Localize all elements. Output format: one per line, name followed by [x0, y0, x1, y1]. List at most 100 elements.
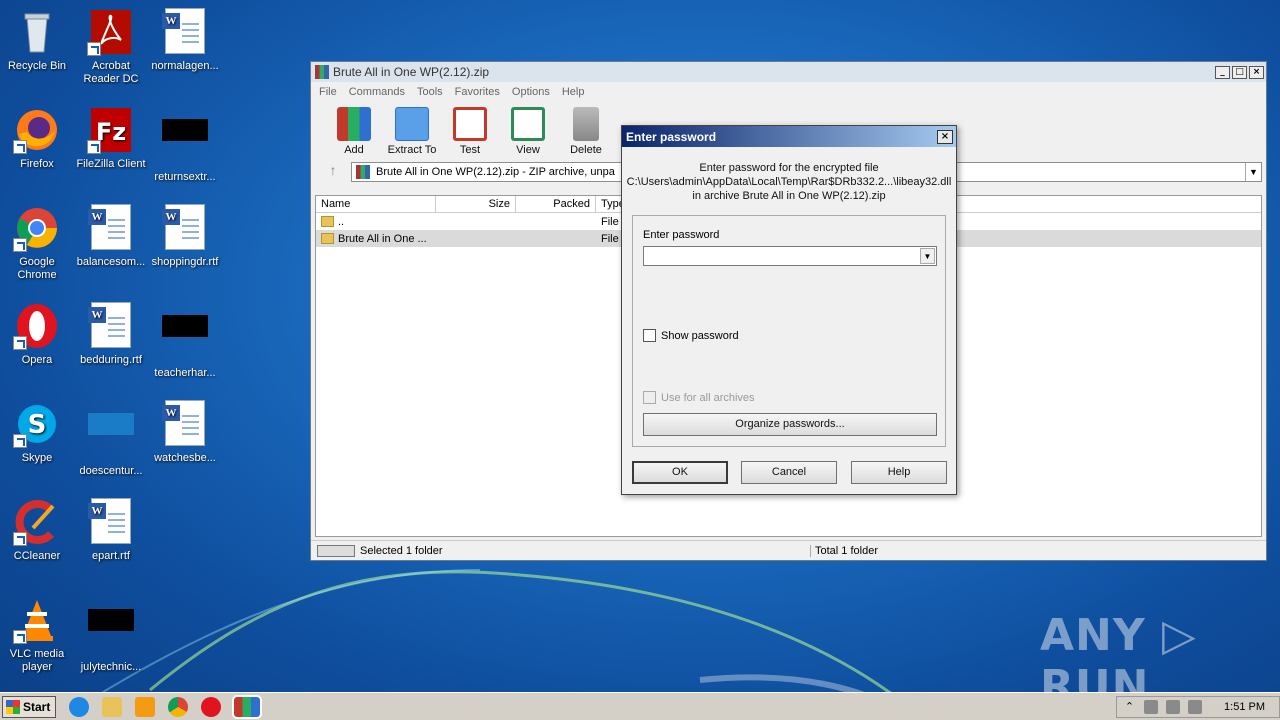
view-button[interactable]: View	[499, 107, 557, 156]
ccleaner-icon	[13, 498, 61, 546]
file-thumbnail-icon	[161, 119, 209, 167]
checkbox-icon	[643, 329, 656, 342]
desktop-icon-bedduring[interactable]: W bedduring.rtf	[74, 302, 148, 367]
test-button[interactable]: Test	[441, 107, 499, 156]
tray-expand-icon[interactable]: ⌃	[1125, 700, 1134, 713]
system-tray: ⌃ 1:51 PM	[1115, 695, 1280, 718]
chevron-down-icon[interactable]: ▼	[1245, 163, 1261, 181]
dialog-close-button[interactable]: ×	[937, 129, 953, 144]
word-document-icon: W	[161, 400, 209, 448]
chrome-icon	[13, 204, 61, 252]
delete-button[interactable]: Delete	[557, 107, 615, 156]
desktop-icon-skype[interactable]: S Skype	[0, 400, 74, 465]
use-for-all-archives-checkbox[interactable]: Use for all archives	[643, 391, 755, 404]
chrome-taskbar-icon[interactable]	[168, 696, 188, 717]
winrar-taskbar-button[interactable]	[232, 694, 262, 719]
network-icon[interactable]	[1166, 699, 1181, 714]
shortcut-arrow-icon	[13, 140, 27, 154]
opera-taskbar-icon[interactable]	[201, 696, 221, 717]
media-player-icon[interactable]	[135, 696, 155, 717]
column-name[interactable]: Name	[316, 196, 436, 212]
menu-tools[interactable]: Tools	[417, 86, 443, 98]
menu-commands[interactable]: Commands	[349, 86, 405, 98]
opera-icon	[13, 302, 61, 350]
close-button[interactable]: ×	[1249, 65, 1264, 79]
start-button[interactable]: Start	[2, 695, 56, 718]
column-packed[interactable]: Packed	[516, 196, 596, 212]
desktop-icon-opera[interactable]: Opera	[0, 302, 74, 367]
filezilla-icon: Fz	[87, 106, 135, 154]
file-thumbnail-icon	[161, 315, 209, 363]
desktop-icon-acrobat[interactable]: Acrobat Reader DC	[74, 8, 148, 86]
shortcut-arrow-icon	[13, 630, 27, 644]
desktop-icon-recycle-bin[interactable]: Recycle Bin	[0, 8, 74, 73]
shortcut-arrow-icon	[87, 140, 101, 154]
add-archive-icon	[337, 107, 371, 141]
folder-icon	[321, 233, 334, 244]
acrobat-icon	[87, 8, 135, 56]
firefox-icon	[13, 106, 61, 154]
password-group: Enter password ▼ Show password Use for a…	[632, 215, 946, 447]
word-document-icon: W	[87, 498, 135, 546]
word-document-icon: W	[161, 204, 209, 252]
taskbar: Start ⌃ 1:51 PM	[0, 692, 1280, 720]
desktop-icon-shoppingdr[interactable]: W shoppingdr.rtf	[148, 204, 222, 269]
organize-passwords-button[interactable]: Organize passwords...	[643, 413, 937, 436]
svg-text:S: S	[28, 410, 47, 440]
menu-favorites[interactable]: Favorites	[455, 86, 500, 98]
clock[interactable]: 1:51 PM	[1224, 701, 1265, 713]
windows-logo-icon	[6, 699, 20, 714]
desktop-icon-returnsextr[interactable]: returnsextr...	[148, 106, 222, 184]
desktop-icon-balancesom[interactable]: W balancesom...	[74, 204, 148, 269]
word-document-icon: W	[87, 204, 135, 252]
desktop-icon-normalagen[interactable]: W normalagen...	[148, 8, 222, 73]
shortcut-arrow-icon	[13, 336, 27, 350]
shortcut-arrow-icon	[87, 42, 101, 56]
shortcut-arrow-icon	[13, 238, 27, 252]
internet-explorer-icon[interactable]	[69, 696, 89, 717]
password-input[interactable]: ▼	[643, 246, 937, 266]
show-password-checkbox[interactable]: Show password	[643, 329, 739, 342]
dialog-titlebar[interactable]: Enter password ×	[622, 126, 956, 147]
volume-icon[interactable]	[1144, 699, 1159, 714]
dialog-message: Enter password for the encrypted file C:…	[626, 162, 952, 202]
maximize-button[interactable]: □	[1232, 65, 1247, 79]
action-center-flag-icon[interactable]	[1188, 699, 1203, 714]
file-thumbnail-icon	[87, 609, 135, 657]
desktop-icon-chrome[interactable]: Google Chrome	[0, 204, 74, 282]
desktop-icon-julytechnic[interactable]: julytechnic...	[74, 596, 148, 674]
chevron-down-icon[interactable]: ▼	[920, 248, 935, 264]
desktop-icon-doescentur[interactable]: doescentur...	[74, 400, 148, 478]
menu-file[interactable]: File	[319, 86, 337, 98]
up-folder-button[interactable]: ↑	[315, 162, 351, 182]
add-button[interactable]: Add	[325, 107, 383, 156]
test-clipboard-icon	[453, 107, 487, 141]
extract-folder-icon	[395, 107, 429, 141]
dialog-title: Enter password	[626, 129, 717, 144]
desktop-icon-firefox[interactable]: Firefox	[0, 106, 74, 171]
column-size[interactable]: Size	[436, 196, 516, 212]
status-bar: Selected 1 folder Total 1 folder	[311, 540, 1266, 560]
trash-icon	[573, 107, 599, 141]
minimize-button[interactable]: _	[1215, 65, 1230, 79]
cancel-button[interactable]: Cancel	[741, 461, 837, 484]
window-titlebar[interactable]: Brute All in One WP(2.12).zip _ □ ×	[311, 62, 1266, 82]
winrar-app-icon	[315, 65, 329, 79]
desktop-icon-watchesbe[interactable]: W watchesbe...	[148, 400, 222, 465]
desktop-icon-epart[interactable]: W epart.rtf	[74, 498, 148, 563]
ok-button[interactable]: OK	[632, 461, 728, 484]
explorer-folder-icon[interactable]	[102, 696, 122, 717]
skype-icon: S	[13, 400, 61, 448]
desktop-icon-vlc[interactable]: VLC media player	[0, 596, 74, 674]
desktop-icon-filezilla[interactable]: Fz FileZilla Client	[74, 106, 148, 171]
help-button[interactable]: Help	[851, 461, 947, 484]
menu-options[interactable]: Options	[512, 86, 550, 98]
desktop-icon-teacherhar[interactable]: teacherhar...	[148, 302, 222, 380]
enter-password-dialog: Enter password × Enter password for the …	[621, 125, 957, 495]
password-field-label: Enter password	[643, 229, 720, 241]
menu-help[interactable]: Help	[562, 86, 585, 98]
folder-icon	[321, 216, 334, 227]
extract-to-button[interactable]: Extract To	[383, 107, 441, 156]
shortcut-arrow-icon	[13, 434, 27, 448]
desktop-icon-ccleaner[interactable]: CCleaner	[0, 498, 74, 563]
